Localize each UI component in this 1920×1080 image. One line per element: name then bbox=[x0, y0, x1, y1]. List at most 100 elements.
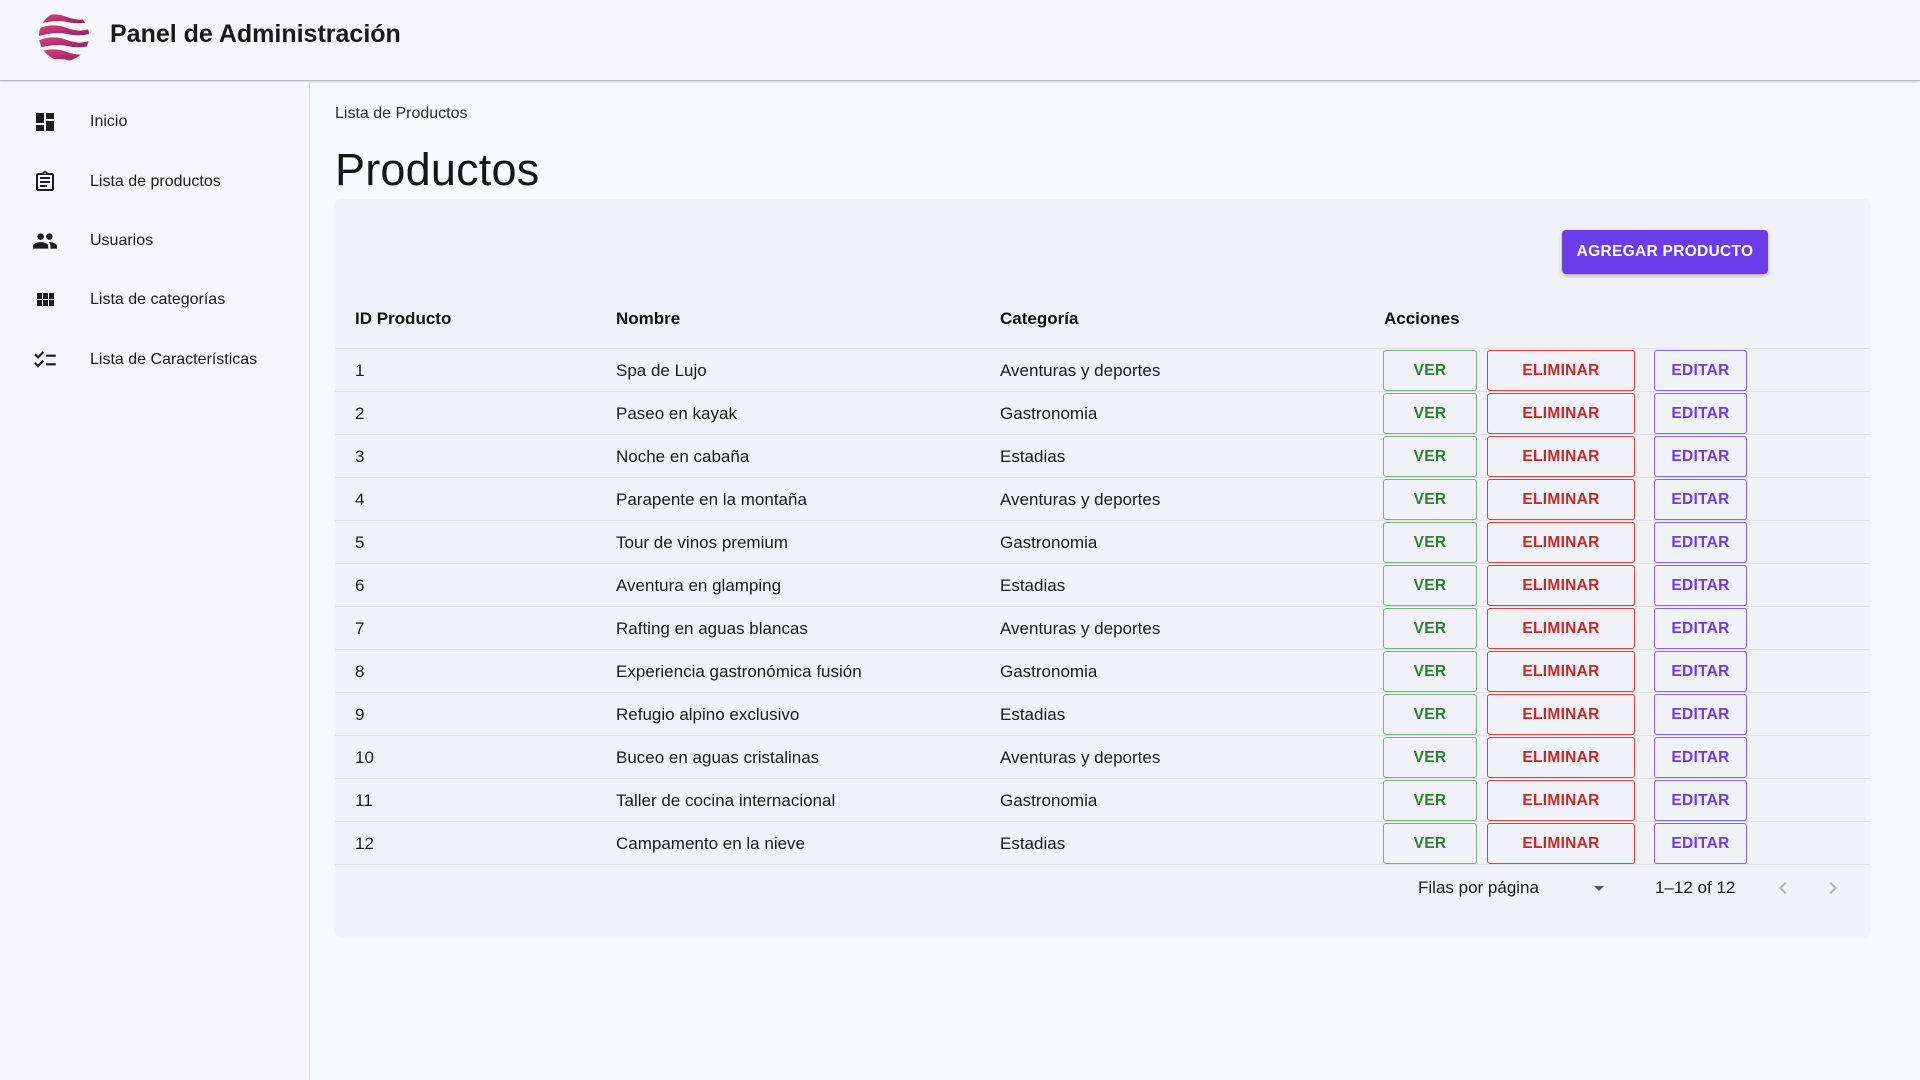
delete-button[interactable]: ELIMINAR bbox=[1487, 522, 1635, 563]
table-header: ID Producto Nombre Categoría Acciones bbox=[335, 289, 1870, 349]
cell-name: Rafting en aguas blancas bbox=[616, 619, 808, 638]
edit-button[interactable]: EDITAR bbox=[1654, 436, 1747, 477]
table-row: 11 Taller de cocina internacional Gastrono… bbox=[335, 779, 1870, 822]
delete-button[interactable]: ELIMINAR bbox=[1487, 823, 1635, 864]
delete-button[interactable]: ELIMINAR bbox=[1487, 608, 1635, 649]
sidebar-item-caracteristicas[interactable]: Lista de Características bbox=[0, 332, 309, 388]
column-header-actions: Acciones bbox=[1384, 309, 1460, 328]
previous-page-button[interactable] bbox=[1767, 872, 1799, 904]
sidebar-item-label: Lista de Características bbox=[90, 351, 258, 368]
view-button[interactable]: VER bbox=[1383, 565, 1477, 606]
sidebar: Inicio Lista de productos Usuarios Lista… bbox=[0, 82, 310, 1080]
cell-category: Estadias bbox=[1000, 447, 1066, 466]
cell-id: 11 bbox=[355, 791, 373, 810]
view-button[interactable]: VER bbox=[1383, 608, 1477, 649]
rows-per-page-select[interactable] bbox=[1587, 876, 1611, 900]
delete-button[interactable]: ELIMINAR bbox=[1487, 737, 1635, 778]
edit-button[interactable]: EDITAR bbox=[1654, 737, 1747, 778]
grid-icon bbox=[32, 287, 58, 313]
view-button[interactable]: VER bbox=[1383, 479, 1477, 520]
cell-name: Tour de vinos premium bbox=[616, 533, 788, 552]
cell-id: 2 bbox=[355, 404, 365, 423]
column-header-name: Nombre bbox=[616, 309, 681, 328]
breadcrumb: Lista de Productos bbox=[335, 105, 468, 122]
cell-name: Experiencia gastronómica fusión bbox=[616, 662, 862, 681]
cell-category: Aventuras y deportes bbox=[1000, 361, 1161, 380]
column-header-category: Categoría bbox=[1000, 309, 1079, 328]
edit-button[interactable]: EDITAR bbox=[1654, 694, 1747, 735]
sidebar-item-inicio[interactable]: Inicio bbox=[0, 94, 309, 150]
edit-button[interactable]: EDITAR bbox=[1654, 393, 1747, 434]
cell-name: Parapente en la montaña bbox=[616, 490, 807, 509]
products-table-card: AGREGAR PRODUCTO ID Producto Nombre Cate… bbox=[335, 199, 1870, 936]
delete-button[interactable]: ELIMINAR bbox=[1487, 694, 1635, 735]
app-title: Panel de Administración bbox=[110, 20, 401, 48]
edit-button[interactable]: EDITAR bbox=[1654, 823, 1747, 864]
cell-id: 1 bbox=[355, 361, 365, 380]
table-row: 12 Campamento en la nieve Estadias VER ELIMI… bbox=[335, 822, 1870, 865]
checklist-icon bbox=[32, 347, 58, 373]
sidebar-item-label: Usuarios bbox=[90, 232, 154, 249]
dashboard-icon bbox=[32, 109, 58, 135]
cell-id: 6 bbox=[355, 576, 365, 595]
next-page-button[interactable] bbox=[1817, 872, 1849, 904]
edit-button[interactable]: EDITAR bbox=[1654, 522, 1747, 563]
sidebar-item-categorias[interactable]: Lista de categorías bbox=[0, 272, 309, 328]
view-button[interactable]: VER bbox=[1383, 350, 1477, 391]
sidebar-item-productos[interactable]: Lista de productos bbox=[0, 154, 309, 210]
table-row: 3 Noche en cabaña Estadias VER ELIMINAR EDITA… bbox=[335, 435, 1870, 478]
cell-name: Taller de cocina internacional bbox=[616, 791, 836, 810]
view-button[interactable]: VER bbox=[1383, 780, 1477, 821]
delete-button[interactable]: ELIMINAR bbox=[1487, 393, 1635, 434]
delete-button[interactable]: ELIMINAR bbox=[1487, 479, 1635, 520]
view-button[interactable]: VER bbox=[1383, 436, 1477, 477]
rows-per-page-label: Filas por página bbox=[1418, 878, 1539, 897]
cell-id: 12 bbox=[355, 834, 374, 853]
sidebar-item-label: Inicio bbox=[90, 113, 128, 130]
edit-button[interactable]: EDITAR bbox=[1654, 350, 1747, 391]
app-bar: Panel de Administración bbox=[0, 0, 1920, 81]
edit-button[interactable]: EDITAR bbox=[1654, 608, 1747, 649]
cell-category: Estadias bbox=[1000, 834, 1066, 853]
sidebar-item-usuarios[interactable]: Usuarios bbox=[0, 213, 309, 269]
edit-button[interactable]: EDITAR bbox=[1654, 565, 1747, 606]
table-row: 8 Experiencia gastronómica fusión Gastrono… bbox=[335, 650, 1870, 693]
pagination: Filas por página 1–12 of 12 bbox=[335, 864, 1870, 912]
cell-name: Refugio alpino exclusivo bbox=[616, 705, 800, 724]
view-button[interactable]: VER bbox=[1383, 522, 1477, 563]
cell-category: Aventuras y deportes bbox=[1000, 748, 1161, 767]
cell-id: 7 bbox=[355, 619, 365, 638]
cell-id: 10 bbox=[355, 748, 374, 767]
cell-name: Buceo en aguas cristalinas bbox=[616, 748, 820, 767]
view-button[interactable]: VER bbox=[1383, 694, 1477, 735]
main-content: Lista de Productos Productos AGREGAR PRO… bbox=[310, 82, 1920, 1080]
cell-id: 9 bbox=[355, 705, 365, 724]
edit-button[interactable]: EDITAR bbox=[1654, 651, 1747, 692]
cell-category: Estadias bbox=[1000, 705, 1066, 724]
delete-button[interactable]: ELIMINAR bbox=[1487, 565, 1635, 606]
table-row: 2 Paseo en kayak Gastronomia VER ELIMINAR EDI… bbox=[335, 392, 1870, 435]
view-button[interactable]: VER bbox=[1383, 651, 1477, 692]
cell-id: 8 bbox=[355, 662, 365, 681]
cell-name: Campamento en la nieve bbox=[616, 834, 806, 853]
caret-down-icon bbox=[1594, 886, 1604, 891]
cell-id: 3 bbox=[355, 447, 365, 466]
chevron-right-icon bbox=[1829, 882, 1837, 894]
delete-button[interactable]: ELIMINAR bbox=[1487, 651, 1635, 692]
edit-button[interactable]: EDITAR bbox=[1654, 780, 1747, 821]
cell-category: Gastronomia bbox=[1000, 791, 1098, 810]
delete-button[interactable]: ELIMINAR bbox=[1487, 350, 1635, 391]
cell-name: Aventura en glamping bbox=[616, 576, 782, 595]
view-button[interactable]: VER bbox=[1383, 393, 1477, 434]
table-row: 10 Buceo en aguas cristalinas Aventuras y … bbox=[335, 736, 1870, 779]
view-button[interactable]: VER bbox=[1383, 823, 1477, 864]
cell-category: Gastronomia bbox=[1000, 404, 1098, 423]
people-icon bbox=[32, 228, 58, 254]
view-button[interactable]: VER bbox=[1383, 737, 1477, 778]
delete-button[interactable]: ELIMINAR bbox=[1487, 780, 1635, 821]
delete-button[interactable]: ELIMINAR bbox=[1487, 436, 1635, 477]
edit-button[interactable]: EDITAR bbox=[1654, 479, 1747, 520]
clipboard-list-icon bbox=[32, 169, 58, 195]
table-row: 5 Tour de vinos premium Gastronomia VER ELIM… bbox=[335, 521, 1870, 564]
add-product-button[interactable]: AGREGAR PRODUCTO bbox=[1562, 230, 1768, 274]
